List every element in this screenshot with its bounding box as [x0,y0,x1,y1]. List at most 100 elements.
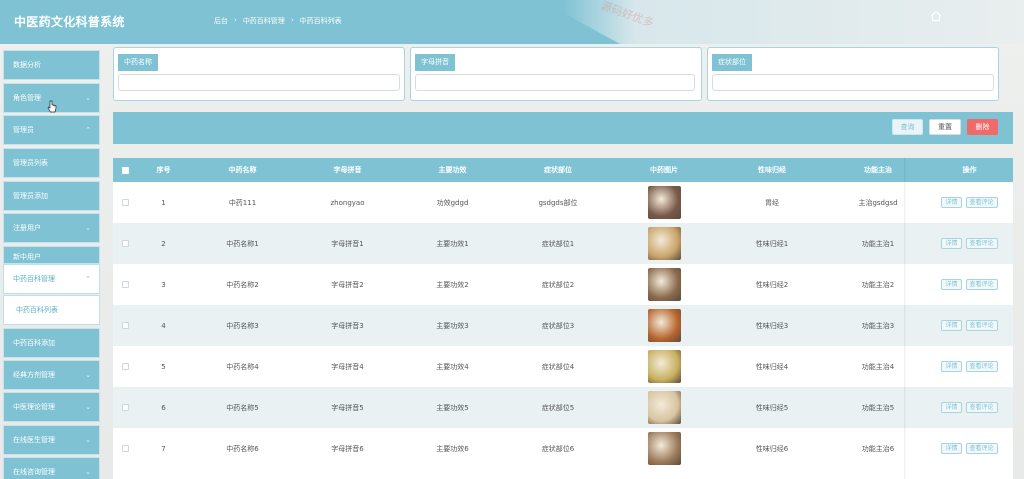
search-label-pinyin: 字母拼音 [415,54,455,71]
view-comments-button[interactable]: 查看评论 [965,402,998,413]
row-select-cell [113,264,137,305]
breadcrumb-separator: › [290,16,294,24]
herb-thumbnail[interactable] [647,227,681,260]
cell-pinyin: 字母拼音5 [331,403,364,412]
sidebar-item-10[interactable]: 经典方剂管理 ⌄ [3,360,100,390]
cell-no: 4 [161,321,166,330]
name-search-input[interactable] [118,74,400,91]
mouse-cursor-icon [47,100,57,113]
reset-button[interactable]: 重置 [929,119,961,135]
cell-meridian: 性味归经2 [755,280,789,289]
detail-button[interactable]: 详情 [941,402,962,413]
home-icon[interactable] [930,10,942,22]
breadcrumb-item-home[interactable]: 后台 [214,16,228,26]
pinyin-search-input[interactable] [415,74,695,91]
sidebar-item-label: 注册用户 [13,224,41,232]
sidebar-item-7[interactable]: 中药百科管理 ⌃ [3,264,100,294]
symptom-search-input[interactable] [712,74,994,91]
actions-cell: 详情 查看评论 [906,223,1013,264]
cell-name: 中药名称6 [226,444,259,453]
sidebar-item-11[interactable]: 中医理论管理 ⌄ [3,392,100,422]
herb-thumbnail[interactable] [647,391,681,424]
sidebar-item-6[interactable]: 新中用户 [3,246,100,264]
cell-meridian: 胃经 [765,198,779,207]
chevron-icon: ⌄ [85,94,91,102]
row-checkbox[interactable] [121,404,129,411]
cell-pinyin: 字母拼音4 [331,362,364,371]
breadcrumb-item-section[interactable]: 中药百科管理 [243,16,285,26]
row-checkbox[interactable] [121,281,129,288]
cell-no: 2 [161,239,166,248]
chevron-icon: ⌃ [85,126,91,134]
cell-name: 中药名称3 [226,321,259,330]
actions-cell: 详情 查看评论 [906,305,1013,346]
table-row: 5 中药名称4 字母拼音4 主要功效4 症状部位4 性味归经4 功能主治4 详情 查看评论 [113,346,1013,387]
row-checkbox[interactable] [121,199,129,206]
herb-thumbnail[interactable] [647,268,681,301]
cell-meridian: 性味归经6 [755,444,789,453]
sidebar-item-2[interactable]: 管理员 ⌃ [3,115,100,145]
view-comments-button[interactable]: 查看评论 [965,443,998,454]
cell-effect: 主要功效6 [436,444,469,453]
col-header-actions: 操作 [962,166,977,174]
detail-button[interactable]: 详情 [941,443,962,454]
app-title: 中医药文化科普系统 [14,15,125,29]
cell-meridian: 性味归经4 [755,362,789,371]
sidebar-item-9[interactable]: 中药百科添加 [3,328,100,358]
sidebar-item-5[interactable]: 注册用户 ⌄ [3,213,100,243]
table-row: 1 中药111 zhongyao 功效gdgd gsdgds部位 胃经 主治gsdgsd 详情… [113,182,1013,223]
herb-thumbnail[interactable] [647,432,681,465]
detail-button[interactable]: 详情 [941,361,962,372]
view-comments-button[interactable]: 查看评论 [965,361,998,372]
view-comments-button[interactable]: 查看评论 [965,279,998,290]
chevron-icon: ⌄ [85,224,91,232]
sidebar-item-13[interactable]: 在线咨询管理 ⌄ [3,457,100,479]
herb-thumbnail[interactable] [647,350,681,383]
sidebar-item-12[interactable]: 在线医生管理 ⌄ [3,425,100,455]
view-comments-button[interactable]: 查看评论 [965,238,998,249]
chevron-icon: ⌄ [85,403,91,411]
chevron-icon: ⌃ [85,275,91,283]
sidebar-item-label: 中药百科添加 [13,339,55,347]
actions-cell: 详情 查看评论 [906,387,1013,428]
chevron-icon: ⌄ [85,468,91,476]
col-header-no: 序号 [156,166,171,174]
delete-button[interactable]: 删除 [967,119,998,135]
breadcrumb: 后台 › 中药百科管理 › 中药百科列表 [214,16,342,26]
row-select-cell [113,387,137,428]
cell-name: 中药名称4 [226,362,259,371]
cell-effect: 主要功效5 [436,403,469,412]
row-checkbox[interactable] [121,322,129,329]
cell-effect: 主要功效2 [436,280,469,289]
cell-part: 症状部位2 [541,280,575,289]
select-all-checkbox[interactable] [121,166,129,174]
cell-no: 3 [161,280,166,289]
detail-button[interactable]: 详情 [941,320,962,331]
view-comments-button[interactable]: 查看评论 [965,320,998,331]
cell-no: 1 [161,198,166,207]
row-select-cell [113,346,137,387]
table-row: 3 中药名称2 字母拼音2 主要功效2 症状部位2 性味归经2 功能主治2 详情 查看评论 [113,264,1013,305]
herb-thumbnail[interactable] [647,309,681,342]
row-checkbox[interactable] [121,445,129,452]
sidebar-item-3[interactable]: 管理员列表 [3,148,100,178]
sidebar-item-4[interactable]: 管理员添加 [3,181,100,211]
table-row: 2 中药名称1 字母拼音1 主要功效1 症状部位1 性味归经1 功能主治1 详情 查看评论 [113,223,1013,264]
sidebar-item-8[interactable]: 中药百科列表 [3,295,100,325]
search-button[interactable]: 查询 [892,119,923,135]
detail-button[interactable]: 详情 [941,279,962,290]
view-comments-button[interactable]: 查看评论 [965,197,998,208]
cell-effect: 主要功效1 [436,239,469,248]
cell-part: 症状部位1 [541,239,575,248]
sidebar-item-0[interactable]: 数据分析 [3,50,100,80]
actions-cell: 详情 查看评论 [906,428,1013,469]
herb-thumbnail[interactable] [647,186,681,219]
herb-image-cell [611,387,717,428]
sidebar-item-label: 经典方剂管理 [13,371,55,379]
cell-part: gsdgds部位 [538,198,578,207]
detail-button[interactable]: 详情 [941,197,962,208]
row-checkbox[interactable] [121,363,129,370]
detail-button[interactable]: 详情 [941,238,962,249]
herb-image-cell [611,264,717,305]
row-checkbox[interactable] [121,240,129,247]
